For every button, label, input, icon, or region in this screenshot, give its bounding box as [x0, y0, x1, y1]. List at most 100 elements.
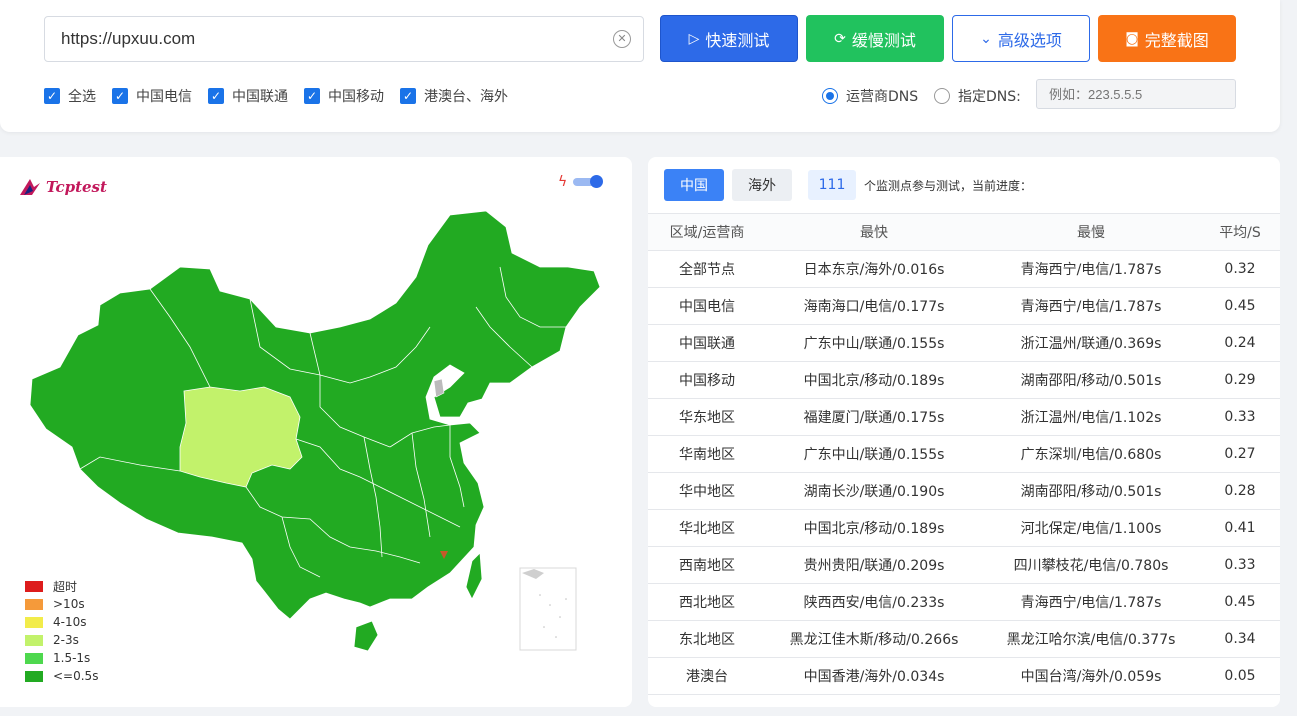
fastest-cell: 贵州贵阳/联通/0.209s — [766, 546, 982, 584]
slow-test-label: 缓慢测试 — [851, 30, 916, 50]
full-screenshot-button[interactable]: ◙ 完整截图 — [1098, 15, 1236, 62]
table-row: 中国电信 海南海口/电信/0.177s 青海西宁/电信/1.787s 0.45 — [648, 287, 1280, 325]
column-header: 区域/运营商 — [648, 213, 766, 251]
checkbox-checked-icon[interactable]: ✓ — [112, 88, 128, 104]
average-cell: 0.45 — [1200, 287, 1280, 325]
checkbox-mobile[interactable]: ✓ 中国移动 — [304, 86, 384, 106]
checkbox-label: 中国联通 — [232, 89, 288, 105]
taiwan-region[interactable] — [465, 552, 483, 600]
chevron-down-icon: ⌄ — [980, 30, 992, 47]
legend-item: 4-10s — [25, 613, 98, 631]
test-control-panel: ✕ ▷ 快速测试 ⟳ 缓慢测试 ⌄ 高级选项 ◙ 完整截图 ✓ 全选 ✓ 中国电… — [0, 0, 1280, 132]
table-row: 华北地区 中国北京/移动/0.189s 河北保定/电信/1.100s 0.41 — [648, 509, 1280, 547]
lightning-icon: ϟ — [558, 174, 568, 190]
legend-label: 1.5-1s — [53, 651, 91, 665]
radio-unselected-icon[interactable] — [934, 88, 950, 104]
table-row: 华东地区 福建厦门/联通/0.175s 浙江温州/电信/1.102s 0.33 — [648, 398, 1280, 436]
advanced-options-button[interactable]: ⌄ 高级选项 — [952, 15, 1090, 62]
legend-label: 超时 — [53, 579, 78, 594]
results-table: 区域/运营商 最快 最慢 平均/S 全部节点 日本东京/海外/0.016s 青海西宁… — [648, 213, 1280, 695]
average-cell: 0.45 — [1200, 583, 1280, 621]
checkbox-unicom[interactable]: ✓ 中国联通 — [208, 86, 288, 106]
legend-label: <=0.5s — [53, 669, 99, 683]
region-cell: 华东地区 — [648, 398, 766, 436]
table-row: 中国移动 中国北京/移动/0.189s 湖南邵阳/移动/0.501s 0.29 — [648, 361, 1280, 399]
fastest-cell: 中国香港/海外/0.034s — [766, 657, 982, 695]
column-header: 最快 — [766, 213, 982, 251]
custom-dns-input[interactable] — [1036, 79, 1236, 109]
average-cell: 0.24 — [1200, 324, 1280, 362]
tab-overseas[interactable]: 海外 — [732, 169, 792, 201]
region-cell: 华中地区 — [648, 472, 766, 510]
checkbox-checked-icon[interactable]: ✓ — [400, 88, 416, 104]
checkbox-checked-icon[interactable]: ✓ — [44, 88, 60, 104]
checkbox-select-all[interactable]: ✓ 全选 — [44, 86, 96, 106]
slow-test-button[interactable]: ⟳ 缓慢测试 — [806, 15, 944, 62]
slowest-cell: 青海西宁/电信/1.787s — [982, 287, 1200, 325]
slowest-cell: 中国台湾/海外/0.059s — [982, 657, 1200, 695]
node-count-badge: 111 — [808, 170, 856, 200]
radio-isp-dns[interactable]: 运营商DNS — [822, 86, 918, 106]
radio-custom-dns[interactable]: 指定DNS: — [934, 86, 1021, 106]
url-input[interactable] — [61, 17, 601, 61]
average-cell: 0.34 — [1200, 620, 1280, 658]
table-row: 华南地区 广东中山/联通/0.155s 广东深圳/电信/0.680s 0.27 — [648, 435, 1280, 473]
tab-china[interactable]: 中国 — [664, 169, 724, 201]
fastest-cell: 黑龙江佳木斯/移动/0.266s — [766, 620, 982, 658]
checkbox-checked-icon[interactable]: ✓ — [304, 88, 320, 104]
table-header-row: 区域/运营商 最快 最慢 平均/S — [648, 213, 1280, 251]
quick-test-label: 快速测试 — [705, 30, 770, 50]
logo-text: Tcptest — [46, 178, 107, 196]
fastest-cell: 陕西西安/电信/0.233s — [766, 583, 982, 621]
hainan-region[interactable] — [353, 620, 379, 652]
clear-icon[interactable]: ✕ — [613, 30, 631, 48]
checkbox-checked-icon[interactable]: ✓ — [208, 88, 224, 104]
url-field[interactable]: ✕ — [44, 16, 644, 62]
play-icon: ▷ — [688, 30, 700, 47]
mainland-region[interactable] — [29, 210, 601, 620]
south-china-sea-inset — [519, 567, 577, 651]
checkbox-label: 中国移动 — [328, 89, 384, 105]
auto-refresh-toggle[interactable]: ϟ — [558, 174, 604, 190]
table-row: 东北地区 黑龙江佳木斯/移动/0.266s 黑龙江哈尔滨/电信/0.377s 0.34 — [648, 620, 1280, 658]
fastest-cell: 福建厦门/联通/0.175s — [766, 398, 982, 436]
radio-label: 运营商DNS — [846, 89, 919, 105]
checkbox-hk-overseas[interactable]: ✓ 港澳台、海外 — [400, 86, 508, 106]
slowest-cell: 浙江温州/电信/1.102s — [982, 398, 1200, 436]
toggle-track[interactable] — [573, 175, 604, 188]
map-card: Tcptest ϟ 超时 >10s 4-10s 2-3s 1.5-1s <=0.… — [0, 157, 632, 707]
table-row: 全部节点 日本东京/海外/0.016s 青海西宁/电信/1.787s 0.32 — [648, 250, 1280, 288]
quick-test-button[interactable]: ▷ 快速测试 — [660, 15, 798, 62]
table-row: 中国联通 广东中山/联通/0.155s 浙江温州/联通/0.369s 0.24 — [648, 324, 1280, 362]
fastest-cell: 湖南长沙/联通/0.190s — [766, 472, 982, 510]
legend-label: >10s — [53, 597, 85, 611]
average-cell: 0.33 — [1200, 546, 1280, 584]
slowest-cell: 青海西宁/电信/1.787s — [982, 250, 1200, 288]
china-latency-map — [29, 210, 601, 652]
fastest-cell: 海南海口/电信/0.177s — [766, 287, 982, 325]
legend-swatch — [25, 670, 43, 682]
refresh-icon: ⟳ — [834, 30, 846, 47]
slowest-cell: 湖南邵阳/移动/0.501s — [982, 361, 1200, 399]
legend-item: 1.5-1s — [25, 649, 98, 667]
checkbox-label: 港澳台、海外 — [424, 89, 508, 105]
table-row: 港澳台 中国香港/海外/0.034s 中国台湾/海外/0.059s 0.05 — [648, 657, 1280, 695]
region-cell: 中国移动 — [648, 361, 766, 399]
radio-selected-icon[interactable] — [822, 88, 838, 104]
fastest-cell: 中国北京/移动/0.189s — [766, 361, 982, 399]
slowest-cell: 黑龙江哈尔滨/电信/0.377s — [982, 620, 1200, 658]
average-cell: 0.41 — [1200, 509, 1280, 547]
legend-swatch — [25, 616, 43, 628]
average-cell: 0.29 — [1200, 361, 1280, 399]
average-cell: 0.05 — [1200, 657, 1280, 695]
checkbox-telecom[interactable]: ✓ 中国电信 — [112, 86, 192, 106]
region-cell: 西北地区 — [648, 583, 766, 621]
slowest-cell: 四川攀枝花/电信/0.780s — [982, 546, 1200, 584]
region-cell: 中国电信 — [648, 287, 766, 325]
table-row: 西北地区 陕西西安/电信/0.233s 青海西宁/电信/1.787s 0.45 — [648, 583, 1280, 621]
column-header: 平均/S — [1200, 213, 1280, 251]
toggle-knob[interactable] — [590, 175, 604, 188]
slowest-cell: 河北保定/电信/1.100s — [982, 509, 1200, 547]
full-screenshot-label: 完整截图 — [1144, 30, 1209, 50]
advanced-options-label: 高级选项 — [997, 30, 1062, 50]
